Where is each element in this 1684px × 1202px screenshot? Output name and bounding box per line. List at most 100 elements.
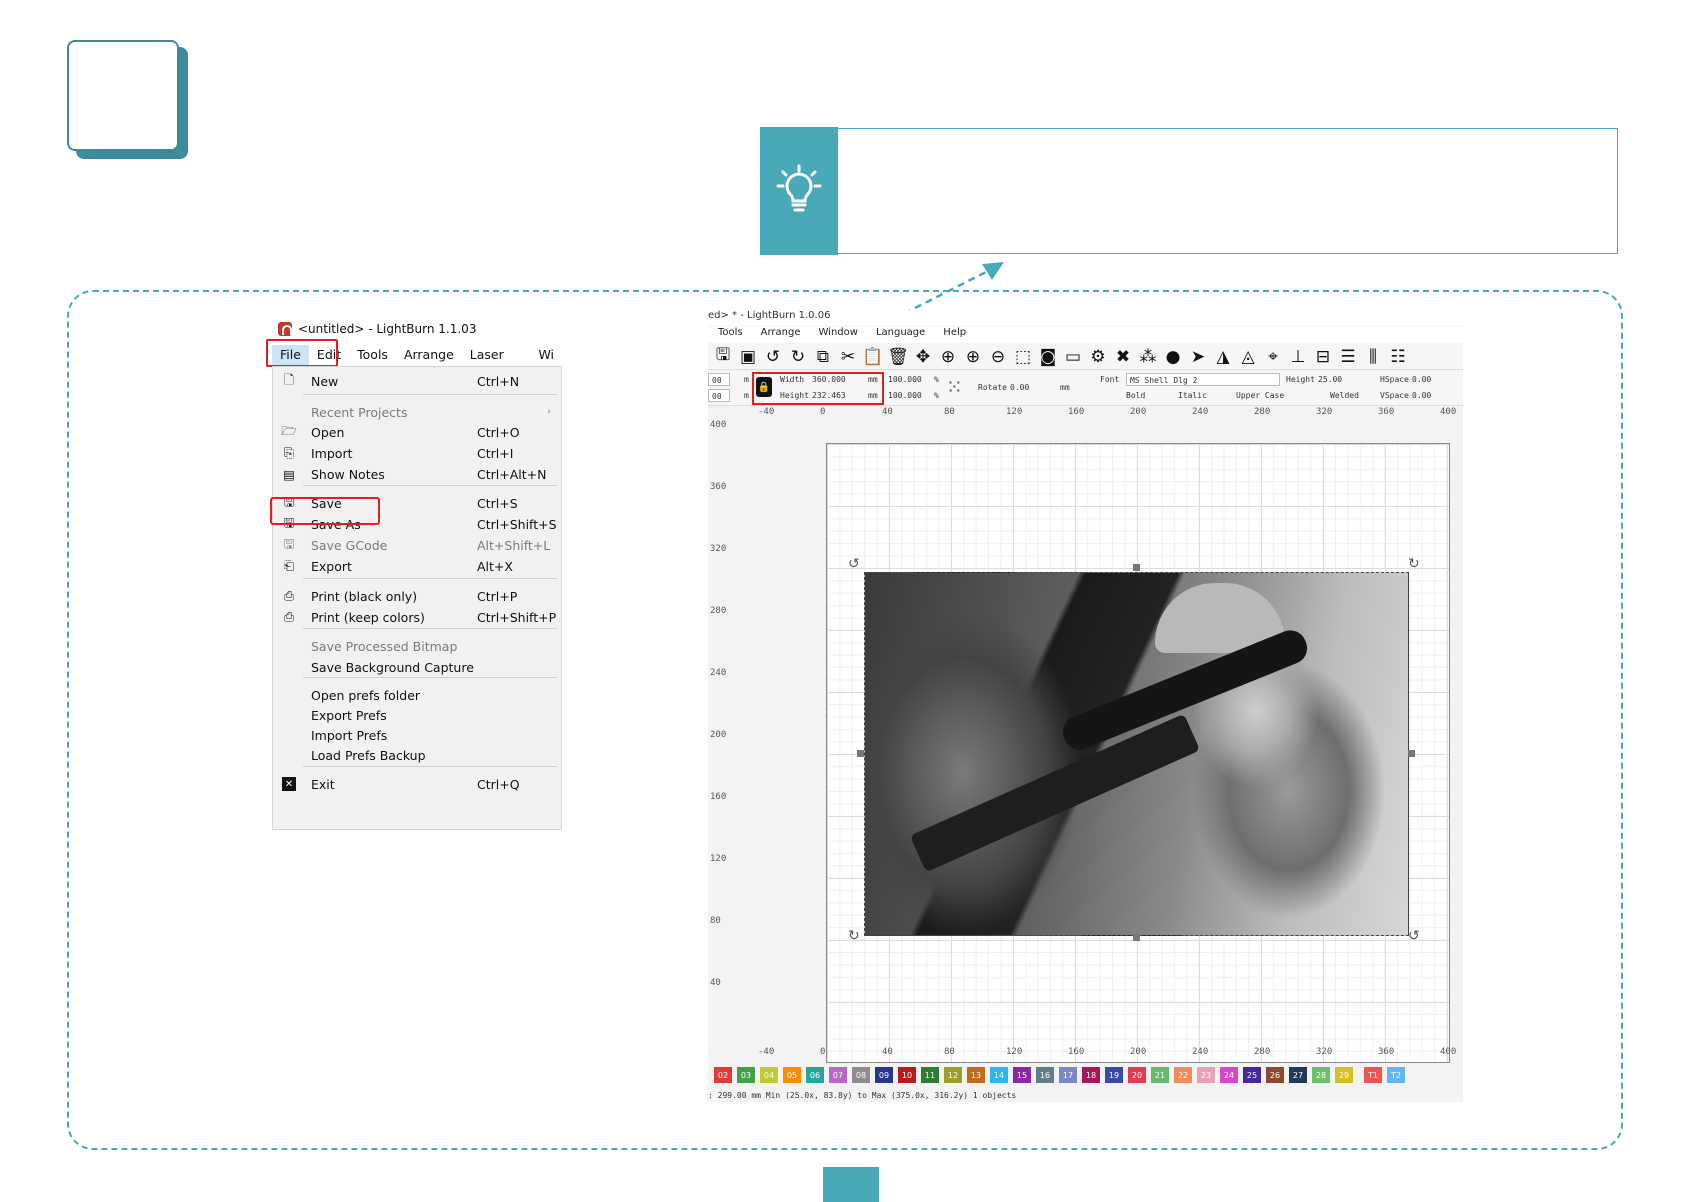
save-as-icon[interactable]: ▣ [737, 346, 759, 368]
palette-swatch-03[interactable]: 03 [737, 1067, 755, 1083]
palette-swatch-20[interactable]: 20 [1128, 1067, 1146, 1083]
menu-item-print-keep-colors[interactable]: ⎙ Print (keep colors) Ctrl+Shift+P [273, 607, 561, 627]
palette-swatch-27[interactable]: 27 [1289, 1067, 1307, 1083]
menu-window[interactable]: Wi [530, 345, 562, 365]
bold-toggle[interactable]: Bold [1126, 389, 1145, 402]
mirror-icon[interactable]: ◮ [1212, 346, 1234, 368]
menu-item-print-black-only[interactable]: ⎙ Print (black only) Ctrl+P [273, 586, 561, 606]
palette-swatch-14[interactable]: 14 [990, 1067, 1008, 1083]
zoom-in-icon[interactable]: ⊕ [962, 346, 984, 368]
menu-item-export-prefs[interactable]: Export Prefs [273, 705, 561, 725]
menu-item-new[interactable]: 🗋 New Ctrl+N [273, 371, 561, 391]
palette-swatch-06[interactable]: 06 [806, 1067, 824, 1083]
scale-width-value[interactable]: 100.000 [888, 373, 922, 386]
palette-swatch-05[interactable]: 05 [783, 1067, 801, 1083]
rotate-handle-icon[interactable]: ↺ [848, 556, 860, 572]
palette-swatch-21[interactable]: 21 [1151, 1067, 1169, 1083]
target-icon[interactable]: ⌖ [1262, 346, 1284, 368]
lb-menu-help[interactable]: Help [943, 327, 966, 343]
palette-swatch-12[interactable]: 12 [944, 1067, 962, 1083]
anchor-grid-icon[interactable]: ⁙ [946, 374, 963, 400]
resize-handle-bottom[interactable] [1133, 934, 1140, 941]
space-icon[interactable]: ☷ [1387, 346, 1409, 368]
move-icon[interactable]: ✥ [912, 346, 934, 368]
palette-swatch-23[interactable]: 23 [1197, 1067, 1215, 1083]
resize-handle-top[interactable] [1133, 564, 1140, 571]
palette-swatch-t2[interactable]: T2 [1387, 1067, 1405, 1083]
y-position-field[interactable]: 00 [708, 389, 730, 402]
tools-icon[interactable]: ✖ [1112, 346, 1134, 368]
palette-swatch-29[interactable]: 29 [1335, 1067, 1353, 1083]
italic-toggle[interactable]: Italic [1178, 389, 1207, 402]
palette-swatch-11[interactable]: 11 [921, 1067, 939, 1083]
menu-item-load-prefs-backup[interactable]: Load Prefs Backup [273, 745, 561, 765]
user-icon[interactable]: ● [1162, 346, 1184, 368]
menu-item-save-gcode[interactable]: 🖫 Save GCode Alt+Shift+L [273, 535, 561, 555]
save-icon[interactable]: 🖫 [712, 345, 734, 368]
palette-swatch-28[interactable]: 28 [1312, 1067, 1330, 1083]
upper-case-toggle[interactable]: Upper Case [1236, 389, 1284, 402]
resize-handle-left[interactable] [857, 750, 864, 757]
lb-menu-language[interactable]: Language [876, 327, 925, 343]
palette-swatch-t1[interactable]: T1 [1364, 1067, 1382, 1083]
welded-toggle[interactable]: Welded [1330, 389, 1359, 402]
palette-swatch-17[interactable]: 17 [1059, 1067, 1077, 1083]
menu-arrange[interactable]: Arrange [396, 345, 462, 365]
menu-item-open[interactable]: 🗁 Open Ctrl+O [273, 422, 561, 442]
menu-item-export[interactable]: ⎗ Export Alt+X [273, 556, 561, 576]
scale-height-value[interactable]: 100.000 [888, 389, 922, 402]
undo-icon[interactable]: ↺ [762, 346, 784, 368]
align-h-icon[interactable]: ⫼ [1362, 346, 1384, 368]
menu-item-import[interactable]: ⎘ Import Ctrl+I [273, 443, 561, 463]
resize-handle-right[interactable] [1408, 750, 1415, 757]
lb-menu-arrange[interactable]: Arrange [761, 327, 801, 343]
zoom-icon[interactable]: ⊕ [937, 346, 959, 368]
settings-icon[interactable]: ⚙ [1087, 346, 1109, 368]
palette-swatch-25[interactable]: 25 [1243, 1067, 1261, 1083]
palette-swatch-24[interactable]: 24 [1220, 1067, 1238, 1083]
imported-photo[interactable] [864, 572, 1409, 936]
paste-icon[interactable]: 📋 [862, 346, 884, 368]
align-v-icon[interactable]: ☰ [1337, 346, 1359, 368]
menu-item-show-notes[interactable]: ▤ Show Notes Ctrl+Alt+N [273, 464, 561, 484]
camera-icon[interactable]: ◙ [1037, 346, 1059, 368]
palette-swatch-07[interactable]: 07 [829, 1067, 847, 1083]
rotate-handle-icon[interactable]: ↺ [1408, 928, 1420, 944]
menu-item-import-prefs[interactable]: Import Prefs [273, 725, 561, 745]
palette-swatch-10[interactable]: 10 [898, 1067, 916, 1083]
x-position-field[interactable]: 00 [708, 373, 730, 386]
palette-swatch-13[interactable]: 13 [967, 1067, 985, 1083]
frame-icon[interactable]: ⬚ [1012, 346, 1034, 368]
zoom-out-icon[interactable]: ⊖ [987, 346, 1009, 368]
align-icon[interactable]: ⊥ [1287, 346, 1309, 368]
hspace-value[interactable]: 0.00 [1412, 373, 1431, 386]
palette-swatch-16[interactable]: 16 [1036, 1067, 1054, 1083]
font-select[interactable]: MS Shell Dlg 2 [1126, 373, 1280, 386]
palette-swatch-02[interactable]: 02 [714, 1067, 732, 1083]
menu-tools[interactable]: Tools [349, 345, 396, 365]
rotate-value[interactable]: 0.00 [1010, 381, 1029, 394]
palette-swatch-15[interactable]: 15 [1013, 1067, 1031, 1083]
menu-laser-tools[interactable]: Laser Tools [462, 345, 531, 382]
palette-swatch-22[interactable]: 22 [1174, 1067, 1192, 1083]
lb-menu-tools[interactable]: Tools [718, 327, 743, 343]
rotate-handle-icon[interactable]: ↻ [848, 928, 860, 944]
palette-swatch-19[interactable]: 19 [1105, 1067, 1123, 1083]
menu-item-save-processed-bitmap[interactable]: Save Processed Bitmap [273, 636, 561, 656]
palette-swatch-04[interactable]: 04 [760, 1067, 778, 1083]
group-icon[interactable]: ⁂ [1137, 346, 1159, 368]
lb-menu-window[interactable]: Window [819, 327, 858, 343]
palette-swatch-18[interactable]: 18 [1082, 1067, 1100, 1083]
menu-item-save-background-capture[interactable]: Save Background Capture [273, 657, 561, 677]
menu-item-open-prefs-folder[interactable]: Open prefs folder [273, 685, 561, 705]
send-icon[interactable]: ➤ [1187, 346, 1209, 368]
redo-icon[interactable]: ↻ [787, 346, 809, 368]
palette-swatch-09[interactable]: 09 [875, 1067, 893, 1083]
monitor-icon[interactable]: ▭ [1062, 346, 1084, 368]
palette-swatch-08[interactable]: 08 [852, 1067, 870, 1083]
flip-icon[interactable]: ◬ [1237, 346, 1259, 368]
distribute-icon[interactable]: ⊟ [1312, 346, 1334, 368]
menu-item-exit[interactable]: ✕ Exit Ctrl+Q [273, 774, 561, 794]
vspace-value[interactable]: 0.00 [1412, 389, 1431, 402]
rotate-handle-icon[interactable]: ↻ [1408, 556, 1420, 572]
